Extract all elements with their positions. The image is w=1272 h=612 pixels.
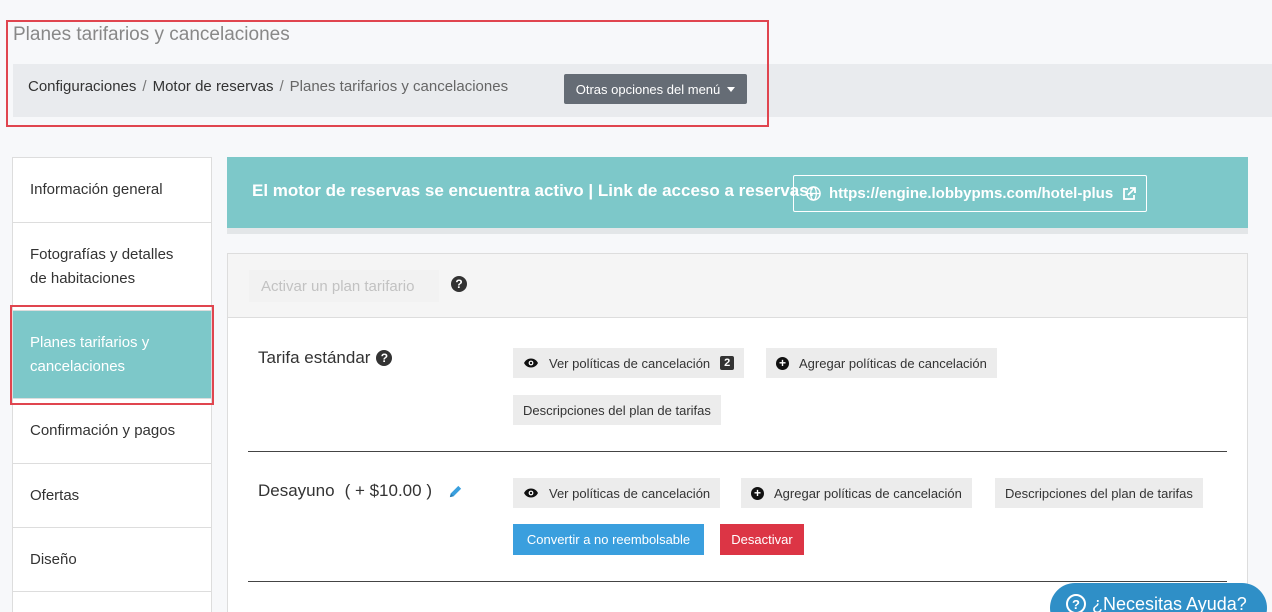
rate-plan-descriptions-button[interactable]: Descripciones del plan de tarifas [513,395,721,425]
rate-name: Tarifa estándar [258,348,371,367]
rate-price: ( + $10.00 ) [344,481,432,500]
sidebar-item-fotografias[interactable]: Fotografías y detalles de habitaciones [12,222,212,310]
view-cancellation-policies-button[interactable]: Ver políticas de cancelación [513,478,721,508]
view-cancellation-policies-button[interactable]: Ver políticas de cancelación 2 [513,348,745,378]
sidebar-item-informacion-general[interactable]: Información general [12,157,212,222]
panel-header: Activar un plan tarifario ? [228,254,1247,318]
globe-icon [806,186,821,201]
sidebar-item-more[interactable] [12,591,212,612]
banner-shadow [227,228,1248,234]
activate-rate-plan-button[interactable]: Activar un plan tarifario [249,270,439,302]
eye-icon [524,358,538,368]
policy-count-badge: 2 [720,356,735,370]
sidebar-item-label: Planes tarifarios y cancelaciones [30,333,150,375]
question-circle-icon[interactable]: ? [451,276,467,292]
banner-text: El motor de reservas se encuentra activo… [252,181,815,200]
button-label: Agregar políticas de cancelación [774,485,962,501]
row-divider [248,581,1227,582]
booking-link-url: https://engine.lobbypms.com/hotel-plus [829,185,1114,202]
sidebar-item-label: Ofertas [30,486,80,504]
other-menu-options-button[interactable]: Otras opciones del menú [564,74,747,104]
menu-button-label: Otras opciones del menú [575,81,721,97]
breadcrumb-separator: / [279,78,284,95]
help-label: ¿Necesitas Ayuda? [1092,594,1247,612]
sidebar: Información general Fotografías y detall… [12,157,212,612]
breadcrumb-separator: / [142,78,147,95]
button-label: Ver políticas de cancelación [549,485,711,501]
help-button[interactable]: ? ¿Necesitas Ayuda? [1050,583,1267,612]
breadcrumb-item-current: Planes tarifarios y cancelaciones [289,78,509,95]
sidebar-item-confirmacion-pagos[interactable]: Confirmación y pagos [12,398,212,463]
booking-link[interactable]: https://engine.lobbypms.com/hotel-plus [793,175,1147,212]
sidebar-item-label: Confirmación y pagos [30,422,176,439]
row-divider [248,451,1227,452]
button-label: Ver políticas de cancelación [549,355,711,371]
caret-down-icon [727,86,736,92]
deactivate-button[interactable]: Desactivar [720,524,804,555]
convert-non-refundable-button[interactable]: Convertir a no reembolsable [513,524,704,555]
button-label: Agregar políticas de cancelación [799,355,987,371]
question-circle-icon: ? [1066,594,1086,612]
pencil-icon[interactable] [448,484,463,499]
sidebar-item-diseno[interactable]: Diseño [12,527,212,591]
rate-row-title: Desayuno ( + $10.00 ) [258,481,463,501]
rate-plan-descriptions-button[interactable]: Descripciones del plan de tarifas [995,478,1203,508]
breadcrumb-item-configuraciones[interactable]: Configuraciones [28,78,136,95]
plus-circle-icon: + [776,356,789,370]
sidebar-item-ofertas[interactable]: Ofertas [12,463,212,527]
breadcrumb: Configuraciones / Motor de reservas / Planes… [28,78,508,95]
external-link-icon [1123,186,1137,200]
sidebar-item-label: Información general [30,181,163,198]
eye-icon [524,488,538,498]
add-cancellation-policies-button[interactable]: + Agregar políticas de cancelación [766,348,997,378]
booking-engine-banner: El motor de reservas se encuentra activo… [227,157,1248,228]
breadcrumb-item-motor-de-reservas[interactable]: Motor de reservas [153,78,274,95]
sidebar-item-label: Fotografías y detalles de habitaciones [30,245,174,287]
add-cancellation-policies-button[interactable]: + Agregar políticas de cancelación [741,478,972,508]
rate-row-title: Tarifa estándar ? [258,348,393,368]
rate-plans-panel: Activar un plan tarifario ? Tarifa están… [227,253,1248,612]
sidebar-item-planes-tarifarios[interactable]: Planes tarifarios y cancelaciones [12,310,212,398]
page-title: Planes tarifarios y cancelaciones [13,24,290,45]
question-circle-icon[interactable]: ? [376,350,393,366]
plus-circle-icon: + [751,486,764,500]
sidebar-item-label: Diseño [30,550,77,568]
rate-name: Desayuno [258,481,335,500]
breadcrumb-bar: Configuraciones / Motor de reservas / Planes… [13,64,1272,117]
